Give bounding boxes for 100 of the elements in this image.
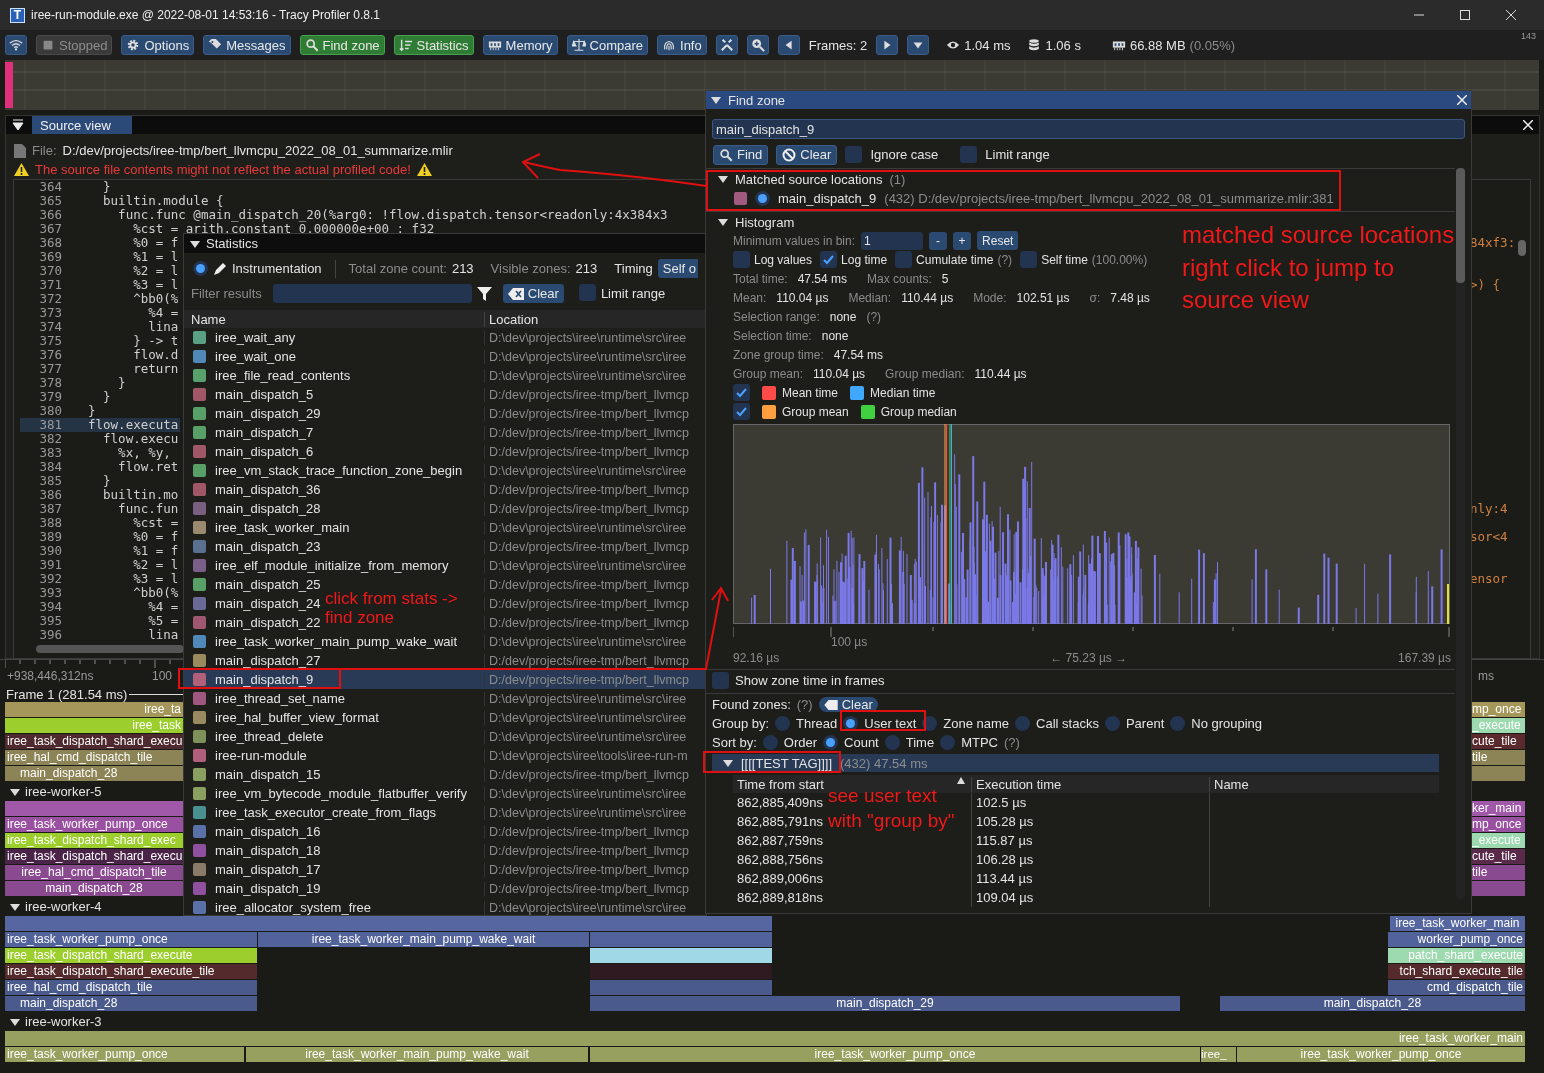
checkbox[interactable] <box>820 251 838 268</box>
tree-node-label[interactable]: Histogram <box>735 214 795 230</box>
radio-button[interactable] <box>775 716 791 731</box>
zone-bar[interactable]: main_dispatch_29 <box>590 996 1180 1011</box>
clear-button[interactable]: Clear <box>502 284 564 303</box>
column-header[interactable]: Name <box>1209 776 1439 792</box>
column-header[interactable]: Name <box>184 311 484 327</box>
close-icon[interactable] <box>1457 95 1467 105</box>
zone-bar[interactable]: iree_hal_cmd_dispatch_tile <box>5 750 183 765</box>
find-button[interactable]: Find <box>713 144 769 165</box>
frame-dropdown-button[interactable] <box>907 35 930 55</box>
zone-bar[interactable]: iree_task_worker_main <box>1390 916 1525 931</box>
checkbox[interactable] <box>1020 251 1038 268</box>
toolbar-button[interactable]: Statistics <box>393 35 474 55</box>
zone-bar[interactable]: tch_shard_execute_tile <box>1388 964 1525 979</box>
caret-icon[interactable] <box>10 1016 20 1027</box>
filter-icon[interactable] <box>476 286 492 301</box>
zone-bar[interactable]: iree_hal_cmd_dispatch_tile <box>5 980 257 995</box>
radio-button[interactable] <box>193 261 208 276</box>
toolbar-button[interactable] <box>746 35 769 55</box>
search-input-field[interactable]: main_dispatch_9 <box>712 119 1465 139</box>
zone-bar[interactable] <box>1470 766 1525 781</box>
thread-name[interactable]: iree-worker-5 <box>25 784 102 799</box>
caret-icon[interactable] <box>718 217 728 227</box>
zone-bar[interactable]: iree_task_dispatch_shard_execute_tile <box>5 964 257 979</box>
reset-button[interactable]: Reset <box>977 231 1019 250</box>
zone-bar[interactable]: tile <box>1470 865 1525 880</box>
caret-icon[interactable] <box>711 95 721 105</box>
zone-bar[interactable]: tile <box>1470 750 1525 765</box>
checkbox[interactable] <box>578 283 596 301</box>
zone-bar[interactable]: main_dispatch_28 <box>1220 996 1525 1011</box>
radio-button[interactable] <box>762 735 778 750</box>
scrollbar[interactable] <box>1456 168 1465 899</box>
caret-icon[interactable] <box>718 174 728 184</box>
histogram-drawing[interactable] <box>733 424 1450 624</box>
toolbar-button[interactable]: Find zone <box>299 35 385 55</box>
radio-button[interactable] <box>1015 716 1031 731</box>
zone-bar[interactable] <box>1470 881 1525 896</box>
toolbar-button[interactable] <box>715 35 738 55</box>
checkbox[interactable] <box>845 146 863 163</box>
radio-button[interactable] <box>1170 716 1186 731</box>
toolbar-button[interactable] <box>5 35 27 55</box>
checkbox[interactable] <box>733 384 750 401</box>
zone-bar[interactable]: iree_hal_cmd_dispatch_tile <box>5 865 183 880</box>
zone-bar[interactable]: cute_tile <box>1470 734 1525 749</box>
zone-bar[interactable]: iree_task_worker_pump_once <box>5 817 183 832</box>
window-menu-icon[interactable] <box>12 119 24 131</box>
zone-bar[interactable]: main_dispatch_28 <box>5 766 183 781</box>
tree-node-label[interactable]: Matched source locations <box>735 171 883 187</box>
filter-input-field[interactable] <box>272 284 472 303</box>
zone-bar[interactable]: main_dispatch_28 <box>5 881 183 896</box>
zone-bar[interactable]: iree_task_dispatch_shard_execu <box>5 734 183 749</box>
zone-bar[interactable]: iree_task_worker_main_pump_wake_wait <box>258 932 589 947</box>
stat-label: σ: <box>1089 290 1101 305</box>
close-icon[interactable] <box>1523 120 1533 130</box>
zone-bar[interactable]: main_dispatch_28 <box>5 996 257 1011</box>
selected-table-row[interactable]: main_dispatch_9 D:/dev/projects/iree-tmp/bert_llvmcp <box>184 670 706 689</box>
caret-icon[interactable] <box>10 901 20 912</box>
previous-frame-button[interactable] <box>777 35 800 55</box>
increment-button[interactable]: + <box>953 231 972 250</box>
thread-name[interactable]: iree-worker-3 <box>25 1014 102 1029</box>
zone-bar[interactable]: cmd_dispatch_tile <box>1388 980 1525 995</box>
group-header[interactable]: [[[[TEST TAG]]]] (432) 47.54 ms <box>712 754 1439 772</box>
zone-bar[interactable]: iree_task_dispatch_shard_execu <box>5 849 183 864</box>
source-location-name[interactable]: main_dispatch_9 <box>778 190 877 206</box>
clear-button[interactable]: Clear <box>776 144 838 165</box>
toolbar-button[interactable]: Info <box>657 35 707 55</box>
zone-bar[interactable]: iree_task_worker_pump_once <box>5 932 257 947</box>
toolbar-button[interactable]: Compare <box>566 35 649 55</box>
caret-icon[interactable] <box>190 238 200 249</box>
zone-bar[interactable]: worker_pump_once <box>1388 932 1525 947</box>
checkbox[interactable] <box>960 146 978 163</box>
tab[interactable]: Source view <box>32 116 132 134</box>
caret-icon[interactable] <box>723 758 733 768</box>
zone-bar[interactable]: mp_once <box>1470 817 1525 832</box>
next-frame-button[interactable] <box>876 35 899 55</box>
checkbox[interactable] <box>895 251 913 268</box>
toolbar-button[interactable]: Options <box>121 35 195 55</box>
radio-button[interactable] <box>755 190 770 206</box>
checkbox[interactable] <box>733 403 750 420</box>
radio-button[interactable] <box>940 735 956 750</box>
zone-name: main_dispatch_36 <box>215 482 321 497</box>
zone-bar[interactable]: cute_tile <box>1470 849 1525 864</box>
timing-button[interactable]: Self o <box>657 259 699 278</box>
thread-name[interactable]: iree-worker-4 <box>25 899 102 914</box>
toolbar-button[interactable]: Memory <box>482 35 558 55</box>
radio-button[interactable] <box>1104 716 1120 731</box>
checkbox[interactable] <box>733 251 750 268</box>
column-header[interactable]: Execution time <box>971 776 1209 792</box>
toolbar-button[interactable]: Messages <box>203 35 291 55</box>
radio-button[interactable] <box>884 735 900 750</box>
decrement-button[interactable]: - <box>929 231 948 250</box>
scrollbar-thumb[interactable] <box>1518 240 1526 256</box>
scrollbar-thumb[interactable] <box>36 645 184 653</box>
clear-button[interactable]: Clear <box>818 697 878 712</box>
min-values-input-field[interactable]: 1 <box>861 231 924 250</box>
caret-icon[interactable] <box>10 786 20 797</box>
radio-button[interactable] <box>823 735 839 750</box>
checkbox[interactable] <box>712 672 729 689</box>
zone-bar[interactable]: ker_main <box>1470 801 1525 816</box>
